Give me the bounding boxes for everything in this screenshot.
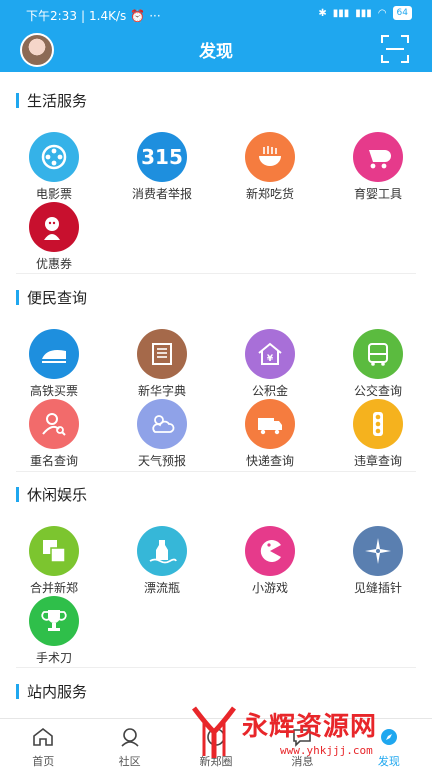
house-fund-icon: ¥: [245, 329, 295, 379]
film-reel-icon: [29, 132, 79, 182]
message-icon: [293, 729, 312, 747]
battery-icon: 64: [392, 6, 412, 20]
divider: [16, 667, 416, 668]
top-header: 下午2:33 | 1.4K/s ⏰ ··· ✱ ▮▮▮ ▮▮▮ ◠ 64 发现: [0, 0, 432, 72]
grid-item-dictionary[interactable]: 新华字典: [108, 329, 216, 399]
wifi-icon: ◠: [377, 7, 387, 19]
tab-home[interactable]: 首页: [0, 719, 86, 768]
train-icon: [29, 329, 79, 379]
section-title-query: 便民查询: [16, 287, 87, 307]
grid-item-mini-game[interactable]: 小游戏: [216, 526, 324, 596]
grid-item-train-ticket[interactable]: 高铁买票: [0, 329, 108, 399]
discover-icon: [380, 729, 397, 745]
person-search-icon: [29, 399, 79, 449]
grid-item-bus[interactable]: 公交查询: [324, 329, 432, 399]
section-title-site: 站内服务: [16, 681, 87, 701]
section-title-life: 生活服务: [16, 90, 87, 110]
grid-item-drift-bottle[interactable]: 漂流瓶: [108, 526, 216, 596]
tab-discover[interactable]: 发现: [346, 719, 432, 768]
315-icon: 315: [137, 132, 187, 182]
delivery-truck-icon: [245, 399, 295, 449]
svg-text:¥: ¥: [267, 354, 274, 364]
dictionary-icon: [137, 329, 187, 379]
bottom-tab-bar: 首页 社区 新郑圈 消息 发现: [0, 718, 432, 768]
kfc-logo-icon: [29, 202, 79, 252]
grid-item-food[interactable]: 新郑吃货: [216, 132, 324, 202]
tab-circle[interactable]: 新郑圈: [173, 719, 259, 768]
grid-item-weather[interactable]: 天气预报: [108, 399, 216, 469]
grid-item-coupon[interactable]: 优惠券: [0, 202, 108, 272]
baby-stroller-icon: [353, 132, 403, 182]
grid-item-scalpel[interactable]: 手术刀: [0, 596, 108, 666]
status-time: 下午2:33: [26, 9, 77, 23]
section-title-fun: 休闲娱乐: [16, 484, 87, 504]
noodle-bowl-icon: [245, 132, 295, 182]
home-icon: [33, 727, 54, 746]
grid-item-consumer-report[interactable]: 315 消费者举报: [108, 132, 216, 202]
bluetooth-icon: ✱: [318, 7, 327, 19]
tab-community[interactable]: 社区: [86, 719, 172, 768]
community-icon: [121, 728, 139, 747]
traffic-light-icon: [353, 399, 403, 449]
grid-item-housing-fund[interactable]: ¥ 公积金: [216, 329, 324, 399]
grid-item-baby-tools[interactable]: 育婴工具: [324, 132, 432, 202]
divider: [16, 471, 416, 472]
scan-icon[interactable]: [380, 34, 410, 64]
grid-item-pin-game[interactable]: 见缝插针: [324, 526, 432, 596]
drift-bottle-icon: [137, 526, 187, 576]
grid-item-name-search[interactable]: 重名查询: [0, 399, 108, 469]
page-title: 发现: [199, 42, 233, 62]
trophy-icon: [29, 596, 79, 646]
compass-icon: [353, 526, 403, 576]
alarm-icon: ⏰: [130, 8, 146, 23]
signal-icon-1: ▮▮▮: [332, 7, 350, 19]
weather-icon: [137, 399, 187, 449]
pacman-icon: [245, 526, 295, 576]
circle-icon: [207, 728, 225, 746]
grid-item-violation[interactable]: 违章查询: [324, 399, 432, 469]
status-bar: 下午2:33 | 1.4K/s ⏰ ··· ✱ ▮▮▮ ▮▮▮ ◠ 64: [0, 0, 432, 28]
tab-message[interactable]: 消息: [259, 719, 345, 768]
grid-item-merge-game[interactable]: 合并新郑: [0, 526, 108, 596]
grid-item-express[interactable]: 快递查询: [216, 399, 324, 469]
bus-icon: [353, 329, 403, 379]
more-icon: ···: [149, 8, 161, 23]
divider: [16, 273, 416, 274]
network-speed: 1.4K/s: [89, 8, 127, 23]
grid-item-movie-ticket[interactable]: 电影票: [0, 132, 108, 202]
merge-squares-icon: [29, 526, 79, 576]
signal-icon-2: ▮▮▮: [355, 7, 372, 19]
